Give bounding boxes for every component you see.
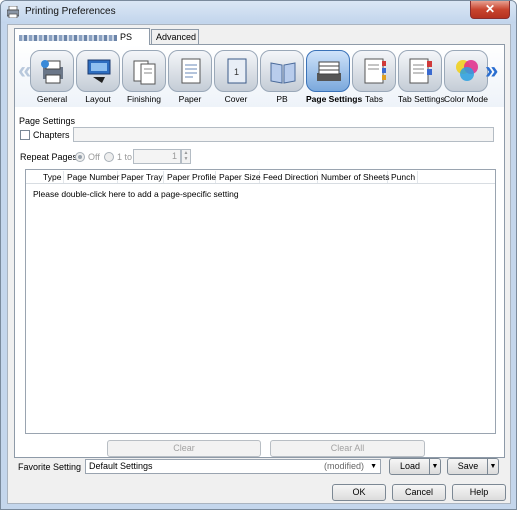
ribbon-label-page-settings: Page Settings [306, 94, 363, 104]
ribbon-label-tab-settings: Tab Settings [398, 94, 445, 104]
ribbon-label-tabs: Tabs [365, 94, 383, 104]
cover-icon: 1 [227, 58, 247, 84]
dialog-client-area: PS Advanced « General Layout Finishing P… [7, 24, 511, 504]
tab-advanced[interactable]: Advanced [151, 29, 199, 44]
ribbon-item-finishing[interactable]: Finishing [122, 50, 166, 106]
ribbon-label-general: General [36, 94, 68, 104]
title-bar[interactable]: Printing Preferences ✕ [1, 1, 516, 23]
tab-ps-label: PS [120, 32, 133, 42]
repeat-spinner[interactable]: ▲ ▼ [181, 149, 191, 164]
ribbon-item-layout[interactable]: Layout [76, 50, 120, 106]
ribbon-label-finishing: Finishing [126, 94, 162, 104]
ribbon-item-tabs[interactable]: Tabs [352, 50, 396, 106]
tab-settings-icon [409, 58, 432, 84]
repeat-to-value: 1 [171, 151, 177, 161]
tab-advanced-label: Advanced [156, 32, 197, 42]
ribbon-label-layout: Layout [85, 94, 111, 104]
ribbon-label-cover: Cover [224, 94, 248, 104]
column-header-type[interactable]: Type [40, 171, 64, 183]
finishing-tile [122, 50, 166, 92]
favorite-setting-value: Default Settings [89, 461, 153, 471]
layout-tile [76, 50, 120, 92]
paper-icon [181, 58, 201, 84]
cover-tile: 1 [214, 50, 258, 92]
favorite-modified-status: (modified) [323, 461, 364, 471]
repeat-off-radio[interactable] [75, 152, 85, 162]
repeat-off-label: Off [88, 152, 100, 162]
chapters-label: Chapters [33, 130, 70, 140]
ribbon-item-general[interactable]: General [30, 50, 74, 106]
ribbon-item-cover[interactable]: 1 Cover [214, 50, 258, 106]
ribbon-item-paper[interactable]: Paper [168, 50, 212, 106]
save-button[interactable]: Save ▼ [447, 458, 499, 475]
page-settings-icon [317, 61, 341, 81]
ribbon-label-color-mode: Color Mode [444, 94, 488, 104]
save-label: Save [457, 461, 479, 471]
column-header-paper-tray[interactable]: Paper Tray [118, 171, 164, 183]
repeat-pages-label: Repeat Pages [20, 152, 78, 162]
color-mode-tile [444, 50, 488, 92]
clear-all-button[interactable]: Clear All [270, 440, 425, 457]
pb-tile [260, 50, 304, 92]
page-settings-list[interactable]: Type Page Number Paper Tray Paper Profil… [25, 169, 496, 434]
save-dropdown-arrow-icon[interactable]: ▼ [487, 459, 498, 474]
page-settings-group-label: Page Settings [19, 116, 76, 126]
clear-button[interactable]: Clear [107, 440, 261, 457]
column-header-paper-size[interactable]: Paper Size [216, 171, 261, 183]
load-dropdown-arrow-icon[interactable]: ▼ [429, 459, 440, 474]
ribbon-item-page-settings[interactable]: Page Settings [306, 50, 363, 106]
load-label: Load [399, 461, 421, 471]
color-mode-icon [456, 60, 478, 81]
general-tile [30, 50, 74, 92]
ribbon-item-color-mode[interactable]: Color Mode [444, 50, 488, 106]
column-header-page-number[interactable]: Page Number [64, 171, 119, 183]
list-header: Type Page Number Paper Tray Paper Profil… [26, 170, 495, 184]
ok-button[interactable]: OK [332, 484, 386, 501]
repeat-to-input[interactable]: 1 [133, 149, 181, 164]
scroll-right-arrow-icon[interactable]: » [485, 59, 498, 83]
window-title: Printing Preferences [25, 6, 116, 17]
tabs-icon [364, 58, 386, 84]
cancel-button[interactable]: Cancel [392, 484, 446, 501]
column-header-punch[interactable]: Punch [388, 171, 418, 183]
favorite-setting-dropdown[interactable]: Default Settings (modified) ▼ [85, 459, 381, 474]
general-icon [41, 60, 63, 84]
page-settings-tile [306, 50, 350, 92]
repeat-one-to-label: 1 to [117, 152, 133, 162]
feature-ribbon: « General Layout Finishing Paper 1 Cover… [15, 45, 504, 107]
blurred-printer-name [19, 34, 117, 41]
ribbon-item-pb[interactable]: PB [260, 50, 304, 106]
favorite-setting-label: Favorite Setting [18, 462, 82, 472]
column-header-feed-direction[interactable]: Feed Direction [260, 171, 318, 183]
load-button[interactable]: Load ▼ [389, 458, 441, 475]
ribbon-label-pb: PB [276, 94, 288, 104]
ribbon-item-tab-settings[interactable]: Tab Settings [398, 50, 445, 106]
column-header-number-of-sheets[interactable]: Number of Sheets [318, 171, 390, 183]
close-button[interactable]: ✕ [470, 1, 510, 19]
printer-icon [7, 6, 19, 18]
help-button[interactable]: Help [452, 484, 506, 501]
layout-icon [87, 59, 111, 83]
svg-text:1: 1 [234, 67, 239, 77]
tab-ps[interactable]: PS [14, 28, 150, 45]
dropdown-arrow-icon: ▼ [370, 463, 377, 470]
printing-preferences-window: Printing Preferences ✕ PS Advanced « Gen… [0, 0, 517, 510]
finishing-icon [133, 60, 156, 85]
repeat-one-to-radio[interactable] [104, 152, 114, 162]
column-header-paper-profile[interactable]: Paper Profile [164, 171, 216, 183]
list-empty-hint: Please double-click here to add a page-s… [33, 189, 239, 199]
chapters-input[interactable] [73, 127, 494, 142]
pb-icon [270, 62, 296, 84]
tab-panel: « General Layout Finishing Paper 1 Cover… [14, 44, 505, 458]
tab-settings-tile [398, 50, 442, 92]
paper-tile [168, 50, 212, 92]
tabs-tile [352, 50, 396, 92]
chapters-checkbox[interactable] [20, 130, 30, 140]
ribbon-label-paper: Paper [178, 94, 202, 104]
